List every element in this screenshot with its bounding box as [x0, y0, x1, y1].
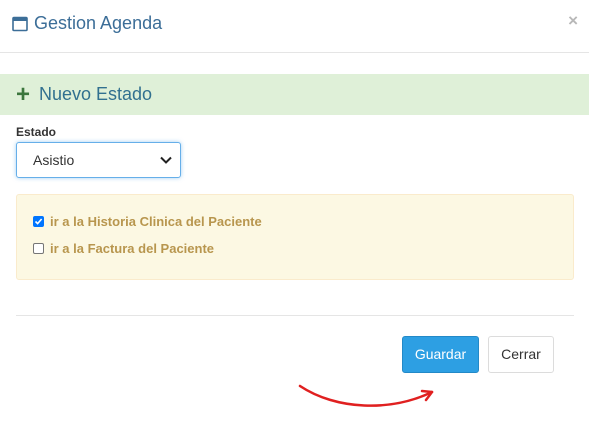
section-banner: + Nuevo Estado — [0, 74, 589, 115]
close-button[interactable]: Cerrar — [488, 336, 554, 373]
estado-select-value: Asistio — [33, 152, 75, 168]
section-title: Nuevo Estado — [39, 84, 153, 104]
modal-dialog: Gestion Agenda × + Nuevo Estado Estado A… — [0, 0, 589, 427]
checkbox-checked[interactable] — [33, 216, 44, 227]
option-label: ir a la Factura del Paciente — [50, 241, 215, 256]
chevron-down-icon — [160, 156, 172, 164]
plus-icon: + — [16, 81, 31, 108]
estado-label: Estado — [16, 125, 57, 139]
option-label: ir a la Historia Clinica del Paciente — [50, 214, 262, 229]
modal-title: Gestion Agenda — [34, 13, 163, 33]
save-button[interactable]: Guardar — [402, 336, 479, 373]
annotation-arrow-icon — [298, 384, 434, 407]
footer-divider — [16, 315, 574, 316]
modal-header: Gestion Agenda × — [0, 0, 589, 53]
estado-select[interactable]: Asistio — [16, 142, 181, 178]
window-icon — [12, 16, 28, 32]
close-icon[interactable]: × — [568, 12, 578, 29]
options-panel: ir a la Historia Clinica del Paciente ir… — [16, 194, 574, 280]
checkbox-unchecked[interactable] — [33, 243, 44, 254]
